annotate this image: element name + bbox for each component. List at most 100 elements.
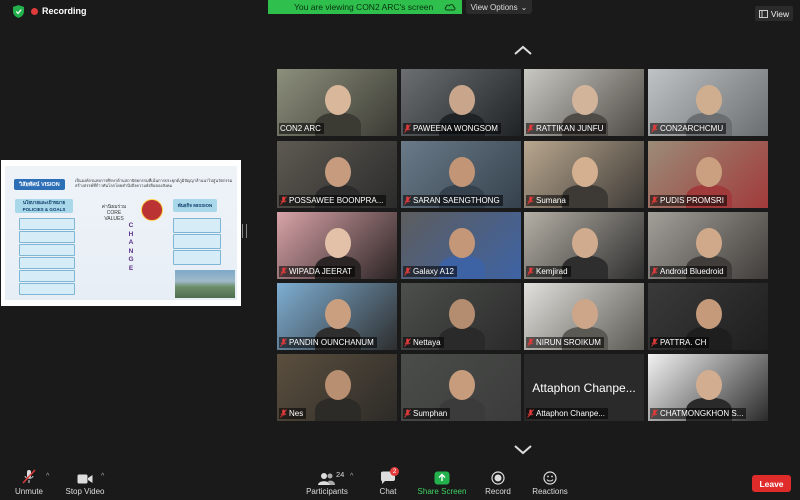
participant-name: Sumphan (413, 409, 448, 418)
grid-icon (758, 9, 768, 18)
participant-tile[interactable]: Sumana (524, 141, 644, 208)
participant-name: CON2ARCHCMU (660, 124, 724, 133)
participant-head (449, 299, 475, 329)
participant-tile[interactable]: CON2ARCHCMU (648, 69, 768, 136)
participant-tile[interactable]: WIPADA JEERAT (277, 212, 397, 279)
participant-tile[interactable]: NIRUN SROIKUM (524, 283, 644, 350)
chat-button[interactable]: Chat (372, 465, 404, 500)
muted-mic-icon (527, 196, 534, 205)
participant-name: POSSAWEE BOONPRA... (289, 196, 384, 205)
slide-vision-text: เป็นองค์กรแห่งการศึกษาด้านสถาปัตยกรรมที่… (75, 178, 233, 188)
smiley-icon (543, 471, 557, 485)
cloud-icon[interactable] (444, 2, 456, 12)
participant-tile[interactable]: Attaphon Chanpe... Attaphon Chanpe... (524, 354, 644, 421)
participant-name: Kemjirad (536, 267, 568, 276)
participant-tile[interactable]: RATTIKAN JUNFU (524, 69, 644, 136)
unmute-label: Unmute (14, 487, 43, 496)
participant-head (325, 157, 351, 187)
participant-name-label: PANDIN OUNCHANUM (279, 337, 377, 348)
participant-tile[interactable]: SARAN SAENGTHONG (401, 141, 521, 208)
change-letter: E (128, 264, 134, 272)
participant-tile[interactable]: PUDIS PROMSRI (648, 141, 768, 208)
muted-mic-icon (280, 196, 287, 205)
muted-mic-icon (280, 267, 287, 276)
participant-tile[interactable]: Android Bluedroid (648, 212, 768, 279)
recording-label: Recording (42, 6, 87, 16)
participants-icon (318, 473, 335, 485)
participant-name-label: WIPADA JEERAT (279, 266, 355, 277)
change-letter: H (128, 230, 134, 238)
participant-body (562, 185, 608, 208)
chevron-up-icon[interactable] (513, 44, 533, 56)
shield-icon[interactable] (13, 5, 24, 18)
panel-resize-handle[interactable] (242, 224, 247, 238)
muted-mic-icon (527, 338, 534, 347)
slide-vision-label: วิสัยทัศน์ VISION (14, 179, 65, 190)
participant-name: NIRUN SROIKUM (536, 338, 601, 347)
share-screen-button[interactable]: Share Screen (414, 465, 470, 500)
change-letter: C (128, 222, 134, 229)
muted-mic-icon (527, 267, 534, 276)
participant-head (696, 85, 722, 115)
muted-mic-icon (651, 124, 658, 133)
leave-button[interactable]: Leave (752, 475, 791, 492)
participant-tile[interactable]: POSSAWEE BOONPRA... (277, 141, 397, 208)
participants-button[interactable]: Participants (302, 465, 352, 500)
unmute-button[interactable]: Unmute (10, 465, 48, 500)
recording-indicator[interactable]: Recording (31, 6, 87, 16)
stop-video-label: Stop Video (65, 487, 105, 496)
slide-policy-item (19, 244, 75, 256)
chevron-up-icon[interactable]: ^ (46, 473, 49, 480)
participant-tile[interactable]: Sumphan (401, 354, 521, 421)
participant-name-label: NIRUN SROIKUM (526, 337, 604, 348)
leave-label: Leave (759, 478, 784, 489)
participant-body (439, 327, 485, 350)
chevron-down-icon: ⌄ (520, 2, 528, 12)
participant-name: PAWEENA WONGSOM (413, 124, 498, 133)
muted-mic-icon (527, 124, 534, 133)
chat-label: Chat (379, 487, 397, 496)
muted-mic-icon (22, 469, 36, 484)
participant-name: Android Bluedroid (660, 267, 724, 276)
participant-tile[interactable]: PAWEENA WONGSOM (401, 69, 521, 136)
participant-tile[interactable]: PATTRA. CH (648, 283, 768, 350)
slide-mission-item (173, 250, 221, 265)
view-button[interactable]: View (755, 6, 793, 21)
participant-head (325, 228, 351, 258)
record-label: Record (485, 487, 511, 496)
participant-head (449, 157, 475, 187)
participant-tile[interactable]: PANDIN OUNCHANUM (277, 283, 397, 350)
participant-head (325, 299, 351, 329)
participant-tile[interactable]: Nes (277, 354, 397, 421)
chevron-up-icon[interactable]: ^ (350, 473, 353, 480)
participant-name: CHATMONGKHON S... (660, 409, 744, 418)
chevron-up-icon[interactable]: ^ (101, 473, 104, 480)
participant-tile[interactable]: CON2 ARC (277, 69, 397, 136)
record-button[interactable]: Record (480, 465, 516, 500)
share-screen-icon (434, 471, 450, 485)
slide-policy-item (19, 218, 75, 230)
share-screen-label: Share Screen (417, 487, 467, 496)
reactions-button[interactable]: Reactions (528, 465, 572, 500)
change-letter: N (128, 247, 134, 255)
muted-mic-icon (651, 267, 658, 276)
participant-tile[interactable]: Galaxy A12 (401, 212, 521, 279)
muted-mic-icon (527, 409, 534, 418)
view-options-button[interactable]: View Options ⌄ (466, 0, 532, 14)
participant-name: Nes (289, 409, 304, 418)
participants-label: Participants (306, 487, 348, 496)
participant-name-label: SARAN SAENGTHONG (403, 195, 503, 206)
participants-count: 24 (336, 470, 345, 479)
participant-name-label: Android Bluedroid (650, 266, 727, 277)
slide-policy-item (19, 257, 75, 269)
participant-tile[interactable]: Kemjirad (524, 212, 644, 279)
shared-screen[interactable]: วิสัยทัศน์ VISION เป็นองค์กรแห่งการศึกษา… (1, 160, 241, 306)
participant-name-label: Kemjirad (526, 266, 571, 277)
muted-mic-icon (651, 409, 658, 418)
participant-tile[interactable]: Nettaya (401, 283, 521, 350)
participant-name: WIPADA JEERAT (289, 267, 352, 276)
chevron-down-icon[interactable] (513, 444, 533, 456)
stop-video-button[interactable]: Stop Video (60, 465, 110, 500)
participant-name-label: Sumphan (403, 408, 451, 419)
participant-tile[interactable]: CHATMONGKHON S... (648, 354, 768, 421)
